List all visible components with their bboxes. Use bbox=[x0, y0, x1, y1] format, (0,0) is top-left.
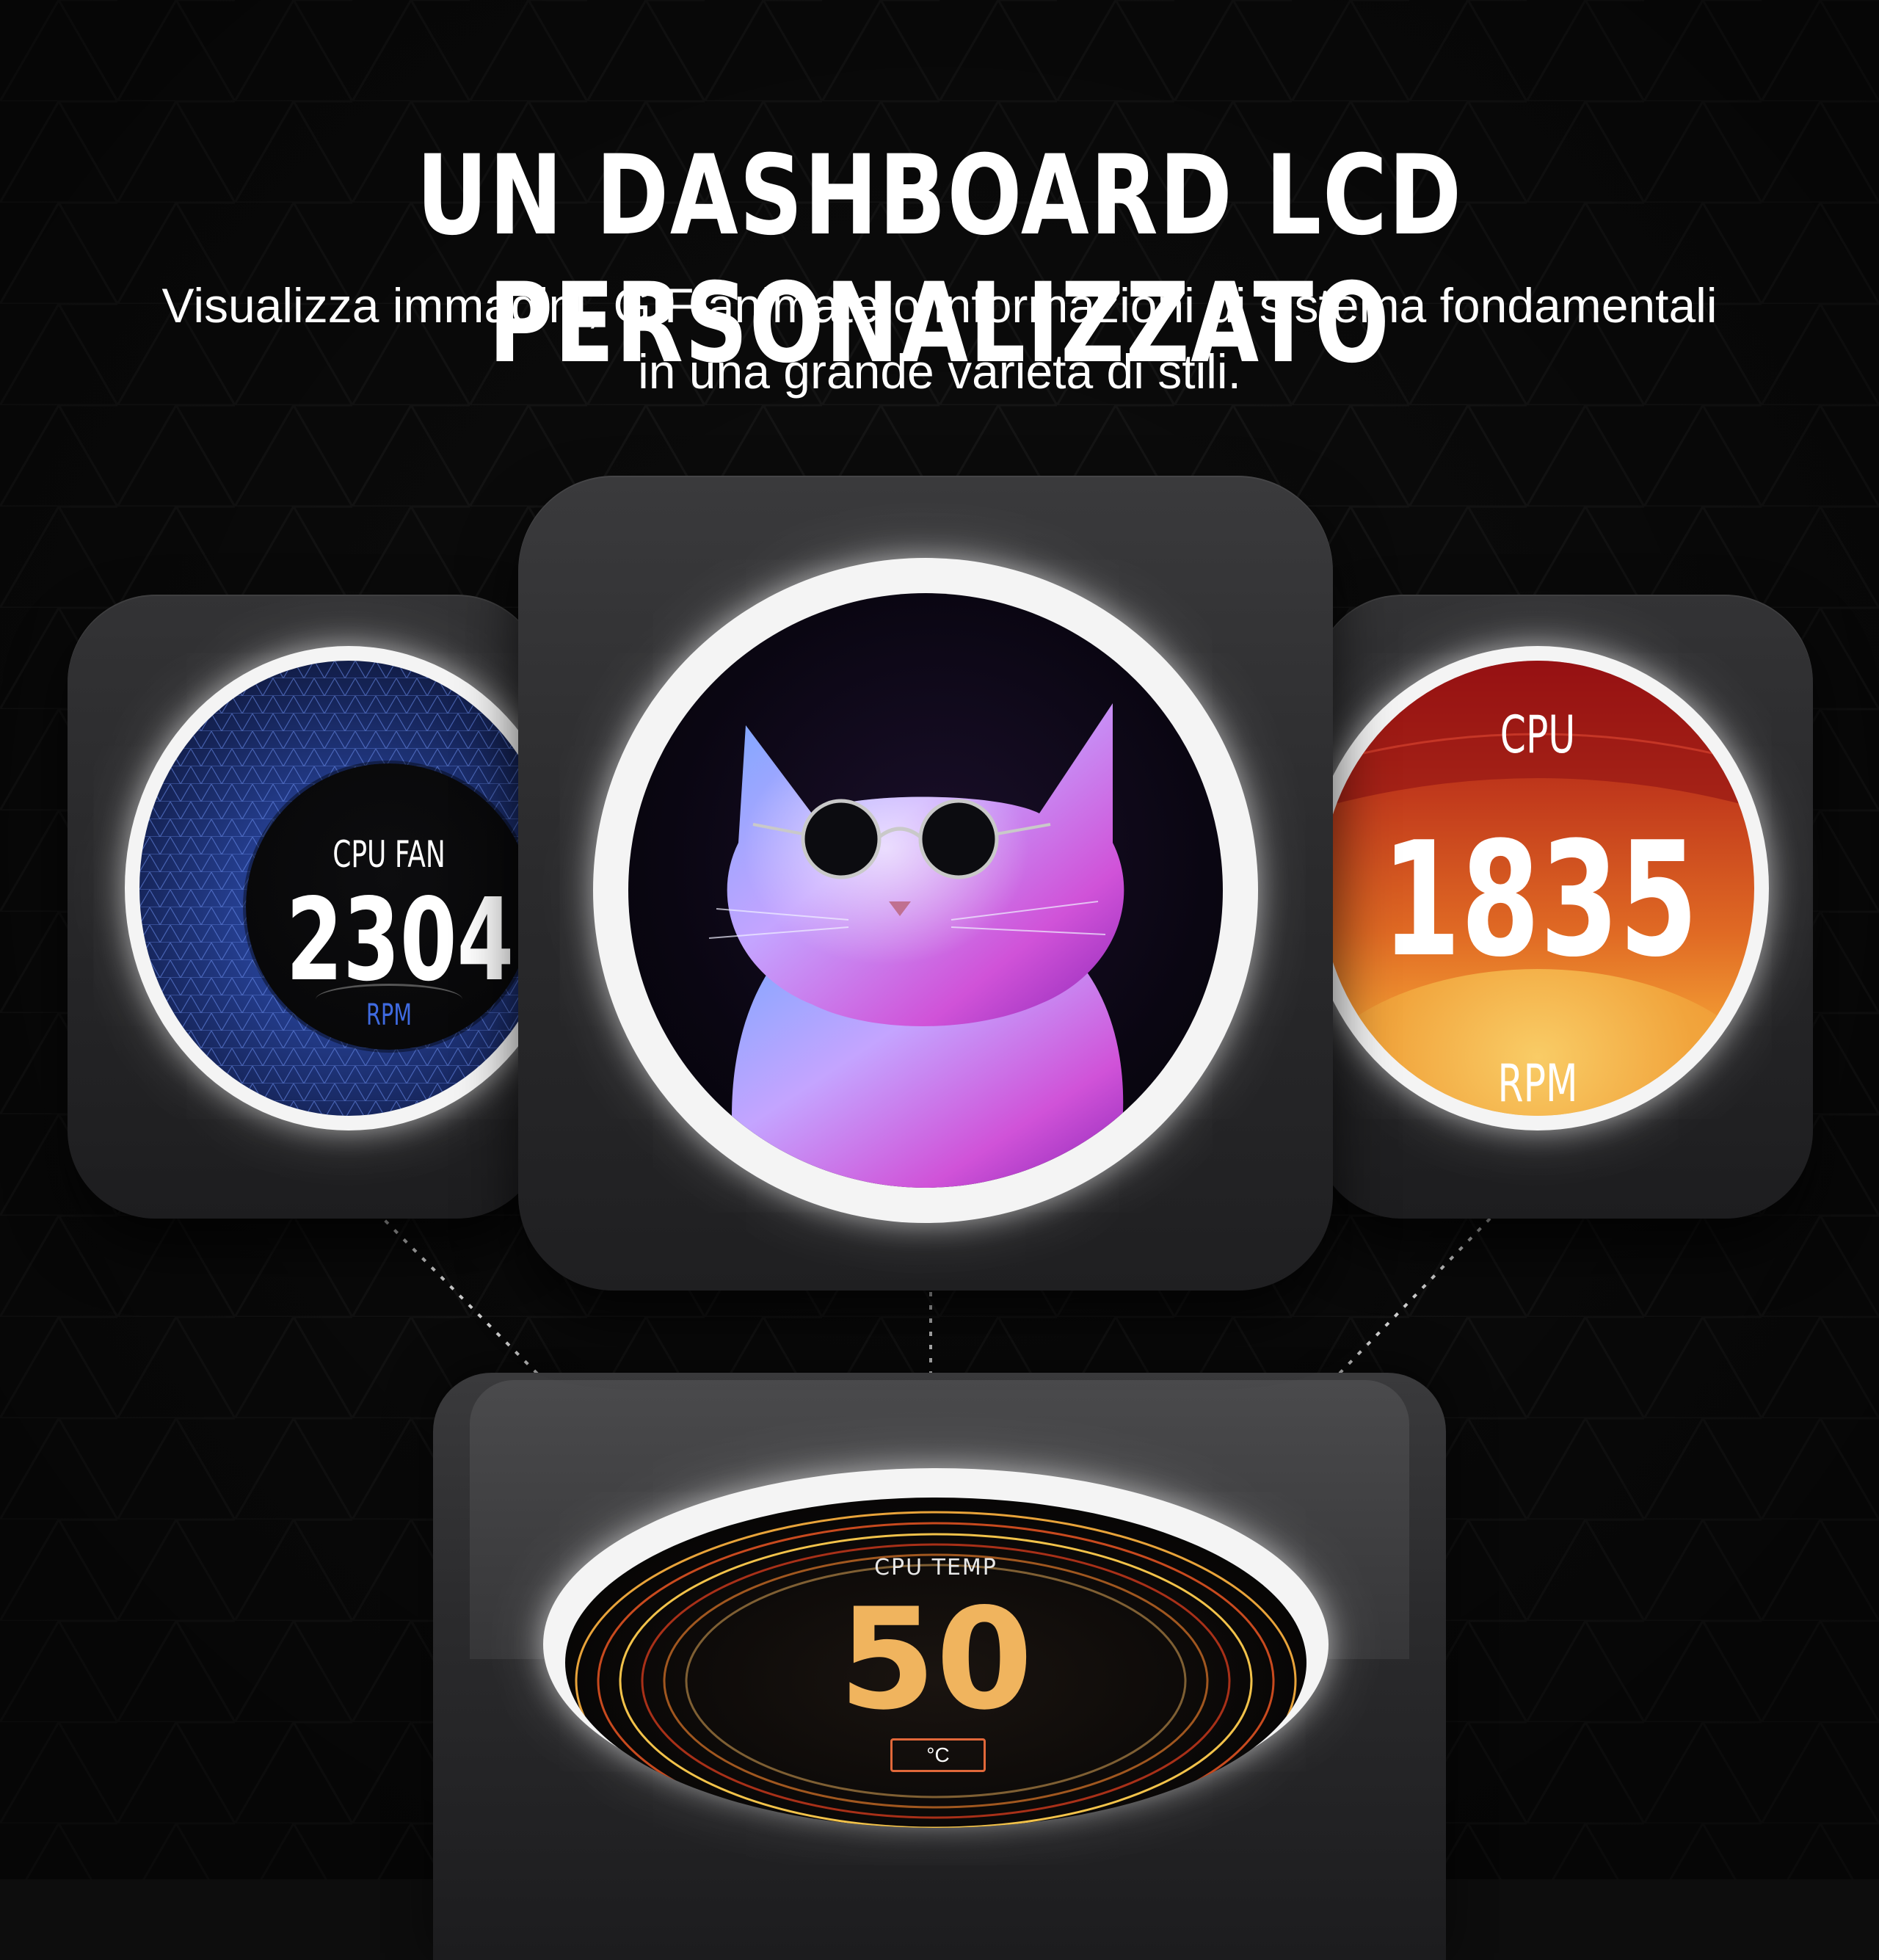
cpu-title: CPU bbox=[1500, 705, 1576, 765]
right-lcd-screen: CPU 1835 RPM bbox=[1321, 661, 1754, 1116]
bottom-lcd-screen: CPU TEMP 50 °C bbox=[565, 1498, 1306, 1828]
temp-unit: °C bbox=[890, 1738, 986, 1772]
temp-title: CPU TEMP bbox=[874, 1555, 997, 1580]
subtitle-line-2: in una grande varietà di stili. bbox=[638, 344, 1241, 399]
subtitle-line-1: Visualizza immagini, GIF animate o infor… bbox=[161, 278, 1718, 333]
temp-value: 50 bbox=[838, 1578, 1033, 1741]
left-lcd-screen: CPU FAN 2304 RPM bbox=[139, 661, 558, 1116]
fan-gauge-center: CPU FAN 2304 RPM bbox=[246, 763, 532, 1050]
fan-title: CPU FAN bbox=[332, 833, 446, 876]
cat-with-sunglasses-image bbox=[708, 703, 1124, 1188]
fan-unit: RPM bbox=[366, 998, 412, 1032]
cpu-unit: RPM bbox=[1497, 1053, 1578, 1114]
center-lcd-screen bbox=[628, 593, 1223, 1188]
cpu-value: 1835 bbox=[1381, 807, 1698, 992]
